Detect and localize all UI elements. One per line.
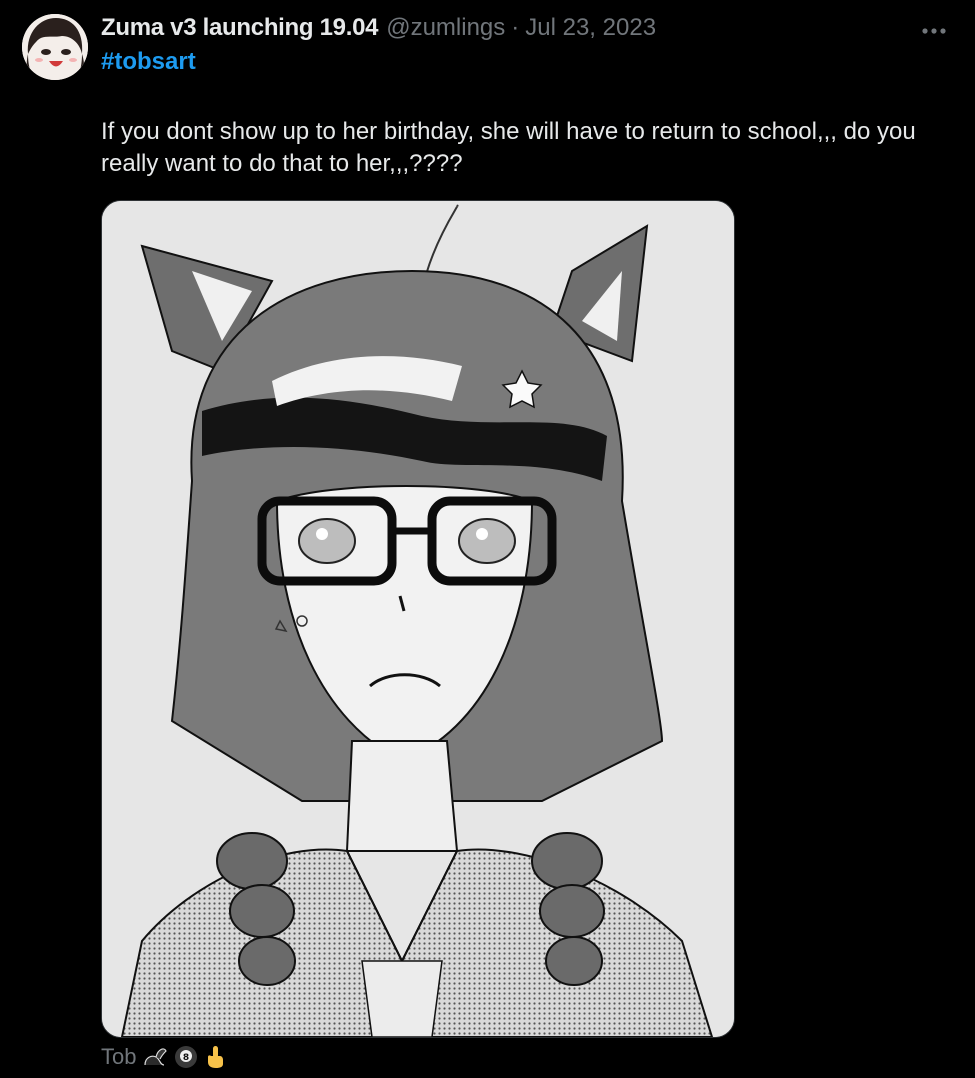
manga-illustration (102, 201, 734, 1037)
separator-dot: · (511, 14, 520, 41)
avatar-image (22, 14, 88, 80)
tweet-header: Zuma v3 launching 19.04 @zumlings · Jul … (101, 12, 656, 44)
skunk-emoji (142, 1045, 168, 1069)
tweet-media-image[interactable] (101, 200, 735, 1038)
avatar[interactable] (22, 14, 88, 80)
display-name[interactable]: Zuma v3 launching 19.04 (101, 14, 379, 42)
tweet-date[interactable]: Jul 23, 2023 (525, 14, 656, 42)
image-caption: Tob 8 (101, 1043, 226, 1071)
more-horizontal-icon (922, 28, 946, 34)
eight-ball-emoji: 8 (174, 1045, 198, 1069)
more-options-button[interactable] (919, 16, 949, 46)
finger-emoji (204, 1045, 226, 1069)
svg-text:8: 8 (183, 1053, 189, 1063)
caption-text: Tob (101, 1044, 137, 1069)
hashtag-link[interactable]: #tobsart (101, 48, 196, 76)
tweet: Zuma v3 launching 19.04 @zumlings · Jul … (0, 0, 975, 1078)
user-handle[interactable]: @zumlings (386, 14, 505, 42)
tweet-text: If you dont show up to her birthday, she… (101, 118, 916, 177)
